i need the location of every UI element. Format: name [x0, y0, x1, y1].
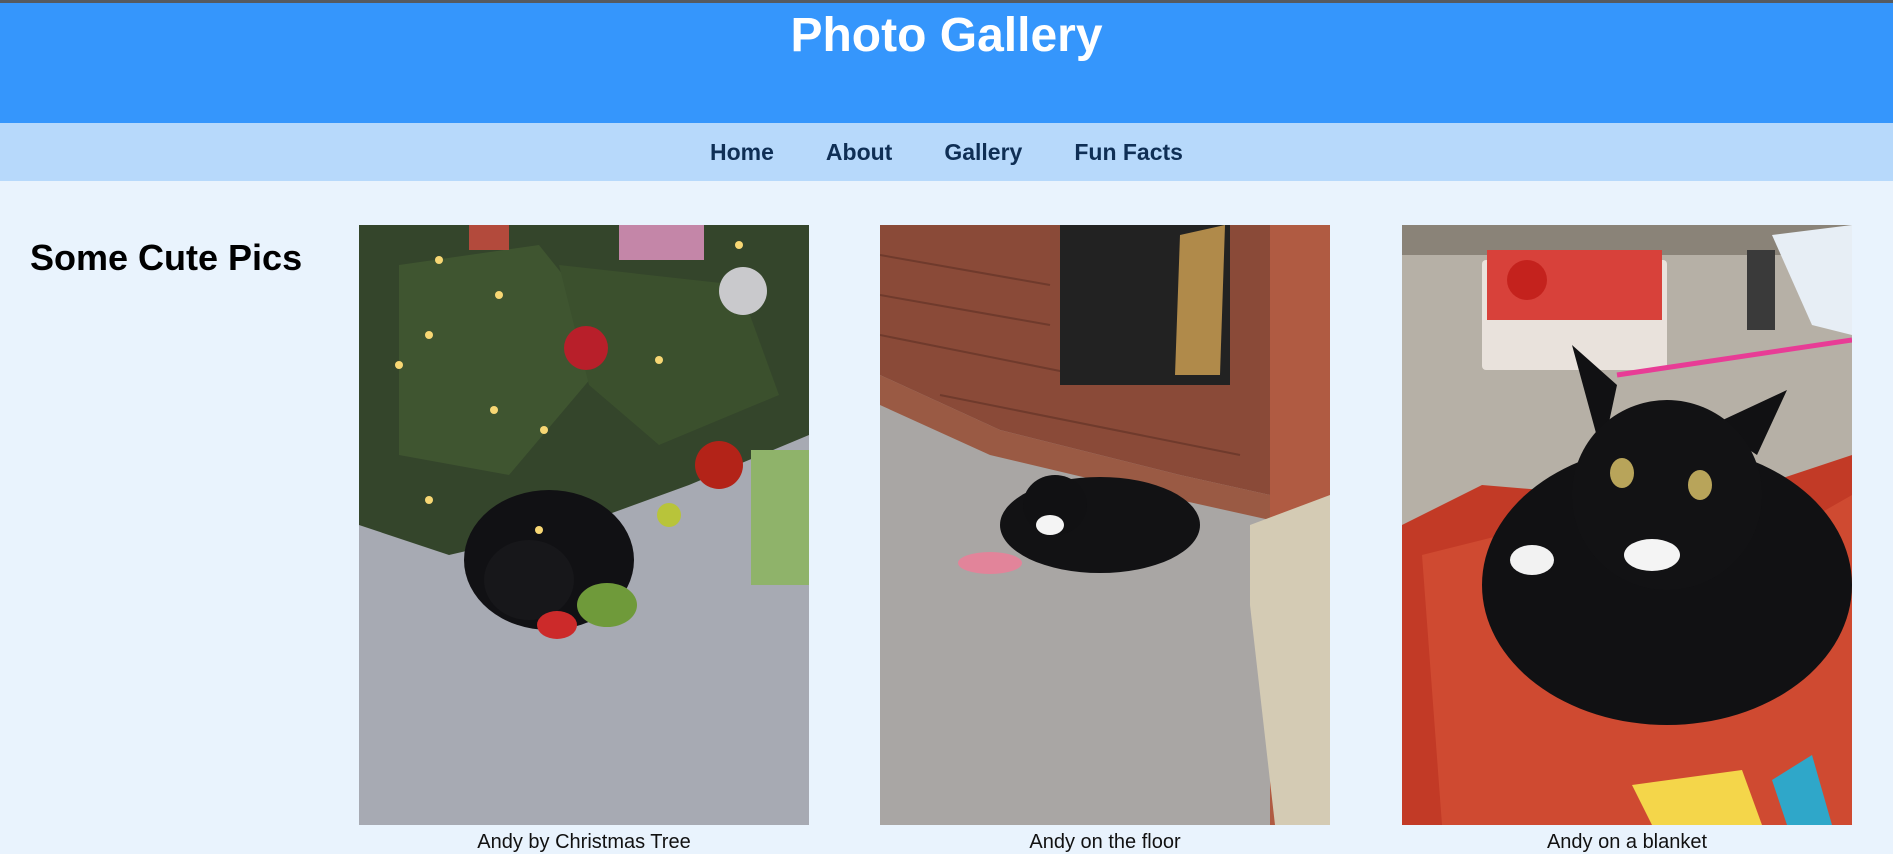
- nav-about-link[interactable]: About: [826, 139, 892, 166]
- photo-caption-1: Andy by Christmas Tree: [477, 831, 691, 853]
- photo-cat-on-blanket: [1402, 225, 1852, 825]
- page-title: Photo Gallery: [790, 9, 1103, 62]
- nav-home-link[interactable]: Home: [710, 139, 774, 166]
- nav-gallery-link[interactable]: Gallery: [944, 139, 1022, 166]
- site-header: Photo Gallery: [0, 3, 1893, 123]
- photo-cat-on-floor: [880, 225, 1330, 825]
- photo-caption-2: Andy on the floor: [1029, 831, 1181, 853]
- gallery-photo-2: Andy on the floor: [880, 225, 1330, 854]
- main-nav: Home About Gallery Fun Facts: [0, 123, 1893, 181]
- gallery-photo-3: Andy on a blanket: [1402, 225, 1852, 854]
- nav-fun-facts-link[interactable]: Fun Facts: [1074, 139, 1183, 166]
- gallery-photo-1: Andy by Christmas Tree: [359, 225, 809, 854]
- sidebar-heading: Some Cute Pics: [30, 237, 303, 278]
- photo-cat-christmas-tree: [359, 225, 809, 825]
- photo-caption-3: Andy on a blanket: [1546, 831, 1708, 853]
